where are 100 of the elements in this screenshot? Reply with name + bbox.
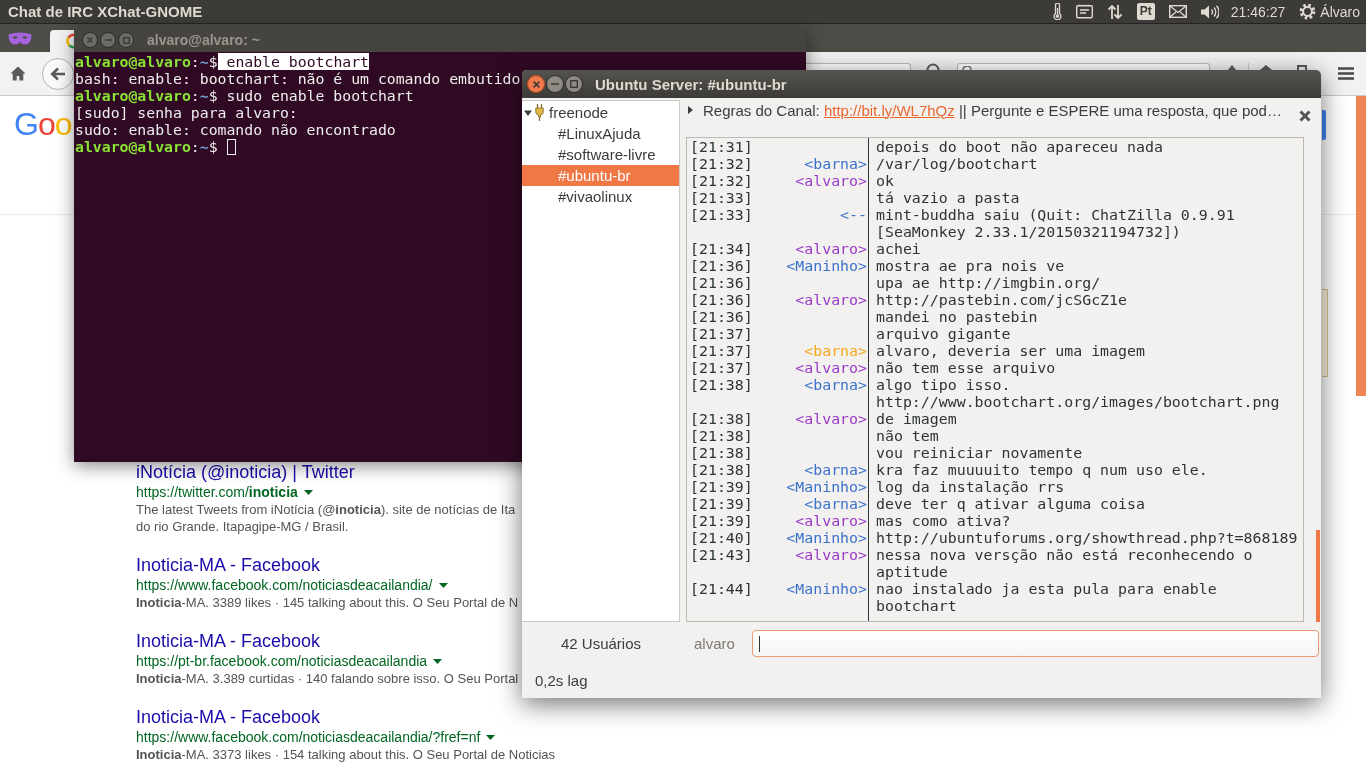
- terminal-line: [sudo] senha para alvaro:: [75, 104, 298, 121]
- chat-nick[interactable]: <barna>: [804, 156, 867, 173]
- minus-icon: [551, 83, 559, 85]
- chat-timestamp: [21:33]: [690, 190, 753, 207]
- up-down-arrows-icon[interactable]: [1106, 3, 1123, 20]
- chat-timestamp: [21:38]: [690, 377, 753, 396]
- chat-message: mostra ae pra nois ve: [875, 258, 1066, 275]
- chat-timestamp: [21:38]: [690, 462, 753, 479]
- caret-down-icon[interactable]: [438, 582, 448, 588]
- envelope-icon[interactable]: [1168, 5, 1187, 18]
- close-icon[interactable]: [1299, 110, 1311, 122]
- chat-nick[interactable]: <Maninho>: [786, 530, 867, 547]
- caret-down-icon[interactable]: [303, 489, 313, 495]
- chat-nick[interactable]: <alvaro>: [795, 173, 867, 190]
- chat-message: http://ubuntuforums.org/showthread.php?t=868189: [875, 530, 1299, 547]
- result-title[interactable]: iNotícia (@inoticia) | Twitter: [136, 462, 355, 483]
- thermometer-icon[interactable]: [1052, 3, 1062, 20]
- chat-nick[interactable]: <barna>: [804, 462, 867, 479]
- text-cursor-icon: [759, 635, 760, 652]
- scrollbar-thumb[interactable]: [1356, 96, 1366, 396]
- terminal-line: alvaro@alvaro:~$ sudo enable bootchart: [75, 87, 414, 104]
- search-field[interactable]: [957, 63, 1210, 70]
- chat-timestamp: [21:37]: [690, 360, 753, 377]
- arrow-left-icon: [50, 66, 66, 81]
- chat-timestamp: [21:36]: [690, 275, 753, 292]
- square-icon: [122, 36, 130, 44]
- result-url: https://pt-br.facebook.com/noticiasdeacailandia: [136, 652, 428, 670]
- chat-timestamp: [21:31]: [690, 139, 753, 156]
- scrollbar-thumb[interactable]: [1316, 530, 1320, 622]
- nick-label[interactable]: alvaro: [694, 635, 735, 652]
- channel-item[interactable]: #software-livre: [522, 144, 679, 165]
- close-button[interactable]: [527, 75, 545, 93]
- channel-item[interactable]: #vivaolinux: [522, 186, 679, 207]
- result-url: https://www.facebook.com/noticiasdeacailandia/?fref=nf: [136, 728, 481, 746]
- chat-timestamp: [21:39]: [690, 496, 753, 513]
- chat-timestamp: [21:36]: [690, 309, 753, 326]
- chat-timestamp: [21:32]: [690, 156, 753, 173]
- chat-nick[interactable]: <alvaro>: [795, 292, 867, 309]
- caret-down-icon[interactable]: [486, 734, 496, 740]
- chat-message: deve ter q ativar alguma coisa: [875, 496, 1146, 513]
- minimize-button[interactable]: [546, 75, 564, 93]
- chat-nick[interactable]: <Maninho>: [786, 581, 867, 615]
- channel-topic: Regras do Canal: http://bit.ly/WL7hQz || Pergunte e ESPERE uma resposta, que pod…: [703, 101, 1282, 119]
- home-icon[interactable]: [10, 66, 26, 81]
- user-count[interactable]: 42 Usuários: [522, 635, 680, 652]
- triangle-icon[interactable]: [1226, 65, 1238, 70]
- topic-link[interactable]: http://bit.ly/WL7hQz: [823, 101, 955, 119]
- lag-status: 0,2s lag: [535, 672, 589, 689]
- window-title: alvaro@alvaro: ~: [147, 32, 260, 48]
- chat-nick[interactable]: <alvaro>: [795, 411, 867, 428]
- maximize-button[interactable]: [565, 75, 583, 93]
- chat-nick[interactable]: <Maninho>: [786, 479, 867, 496]
- chat-nick[interactable]: <barna>: [804, 377, 867, 411]
- caret-right-icon[interactable]: [688, 106, 693, 114]
- menu-icon[interactable]: [1338, 67, 1354, 80]
- message-input[interactable]: [752, 630, 1319, 657]
- square-icon: [570, 80, 578, 88]
- chat-nick[interactable]: <alvaro>: [795, 241, 867, 258]
- server-name[interactable]: freenode: [549, 104, 609, 121]
- chat-timestamp: [21:38]: [690, 411, 753, 428]
- chat-timestamp: [21:34]: [690, 241, 753, 258]
- caret-down-icon[interactable]: [433, 658, 443, 664]
- chat-timestamp: [21:43]: [690, 547, 753, 566]
- result-snippet: do rio Grande. Itapagipe-MG / Brasil.: [136, 518, 349, 535]
- terminal-line: sudo: enable: comando não encontrado: [75, 121, 396, 138]
- browser-tab[interactable]: [50, 30, 74, 52]
- address-field[interactable]: [806, 63, 911, 70]
- chat-nick[interactable]: <alvaro>: [795, 513, 867, 530]
- result-snippet: Inoticia-MA. 3373 likes · 154 talking about this. O Seu Portal de Noticias: [136, 746, 556, 763]
- triangle-icon[interactable]: [1259, 65, 1273, 70]
- chat-timestamp: [21:38]: [690, 428, 753, 445]
- chat-message: de imagem: [875, 411, 958, 428]
- ring-icon: [66, 33, 74, 49]
- logo[interactable]: Goo: [14, 108, 72, 140]
- chat-message: depois do boot não apareceu nada: [875, 139, 1164, 156]
- result-title[interactable]: Inoticia-MA - Facebook: [136, 555, 321, 576]
- chat-nick[interactable]: <alvaro>: [795, 547, 867, 581]
- result-title[interactable]: Inoticia-MA - Facebook: [136, 707, 321, 728]
- chat-timestamp: [21:36]: [690, 292, 753, 309]
- chat-message: log da instalação rrs: [875, 479, 1066, 496]
- chat-nick[interactable]: <--: [840, 207, 867, 241]
- card-icon[interactable]: [1075, 4, 1093, 19]
- gear-icon[interactable]: [1299, 3, 1317, 20]
- chat-message: /var/log/bootchart: [875, 156, 1039, 173]
- chat-nick[interactable]: <alvaro>: [795, 360, 867, 377]
- chat-message: kra faz muuuuito tempo q num uso ele.: [875, 462, 1209, 479]
- channel-item[interactable]: #LinuxAjuda: [522, 123, 679, 144]
- keyboard-layout-indicator[interactable]: Pt: [1136, 3, 1155, 20]
- user-name[interactable]: Álvaro: [1320, 3, 1360, 20]
- back-button[interactable]: [42, 57, 74, 90]
- chat-nick[interactable]: <barna>: [804, 496, 867, 513]
- speaker-icon[interactable]: [1200, 4, 1219, 19]
- clock[interactable]: 21:46:27: [1230, 3, 1286, 20]
- chat-message: vou reiniciar novamente: [875, 445, 1084, 462]
- channel-item[interactable]: #ubuntu-br: [522, 165, 679, 186]
- chat-message: não tem esse arquivo: [875, 360, 1057, 377]
- result-title[interactable]: Inoticia-MA - Facebook: [136, 631, 321, 652]
- expander-icon[interactable]: [524, 108, 532, 117]
- chat-nick[interactable]: <Maninho>: [786, 258, 867, 275]
- chat-message: nao instalado ja esta pula para enable bootchart: [875, 581, 1218, 615]
